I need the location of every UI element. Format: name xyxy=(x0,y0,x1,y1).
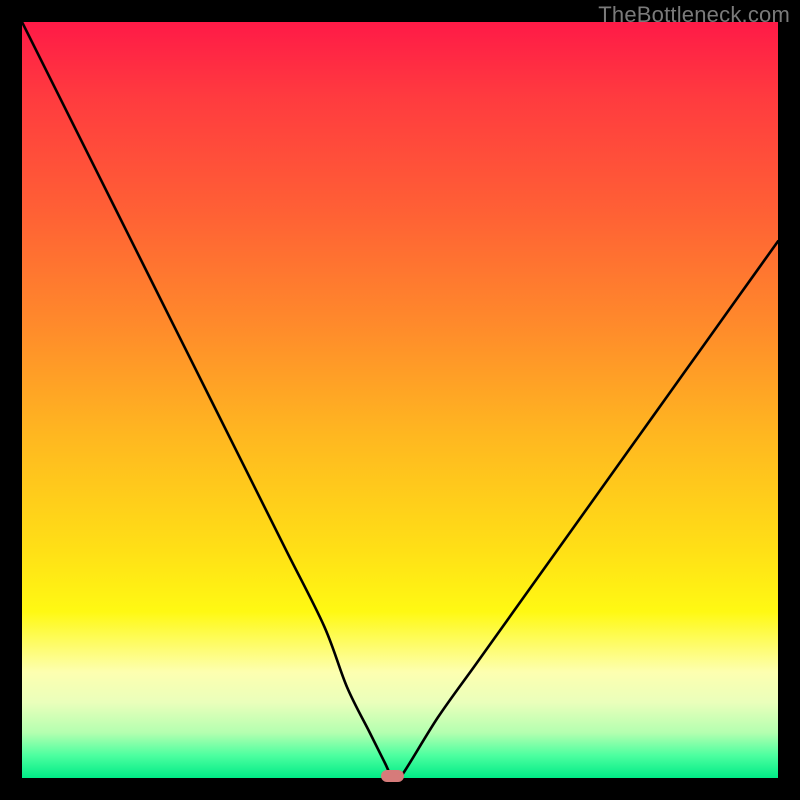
bottleneck-curve xyxy=(22,22,778,778)
watermark-text: TheBottleneck.com xyxy=(598,2,790,28)
optimum-marker xyxy=(381,770,404,782)
chart-frame: TheBottleneck.com xyxy=(0,0,800,800)
plot-area xyxy=(22,22,778,778)
